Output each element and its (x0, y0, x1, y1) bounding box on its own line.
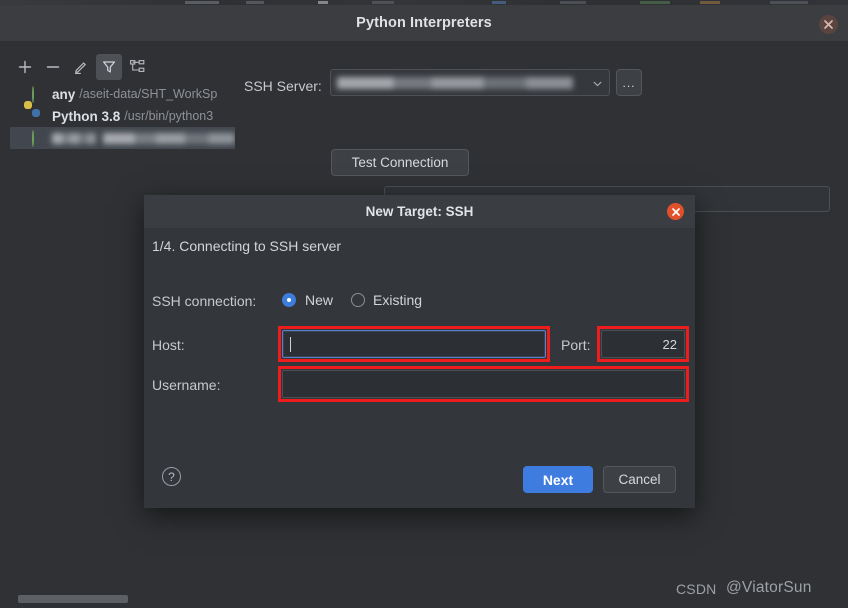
ring-icon (32, 86, 46, 103)
scrollbar-thumb[interactable] (18, 595, 128, 603)
window-title-bar: Python Interpreters (0, 5, 848, 42)
help-icon[interactable]: ? (162, 467, 181, 486)
filter-interpreters-button[interactable] (96, 54, 122, 80)
radio-existing[interactable] (351, 293, 365, 307)
remove-interpreter-button[interactable] (40, 54, 66, 80)
interpreter-list[interactable]: any /aseit-data/SHT_WorkSp Python 3.8 /u… (10, 83, 235, 188)
interpreter-path: /usr/bin/python3 (124, 109, 214, 123)
username-input[interactable] (282, 370, 685, 398)
add-interpreter-button[interactable] (12, 54, 38, 80)
dialog-body: 1/4. Connecting to SSH server SSH connec… (144, 228, 695, 508)
python-icon (24, 101, 46, 123)
close-icon[interactable] (667, 203, 684, 220)
interpreter-name: any (52, 86, 76, 102)
watermark-site: CSDN (676, 581, 717, 597)
list-item[interactable]: any /aseit-data/SHT_WorkSp (10, 83, 235, 105)
show-tree-button[interactable] (124, 54, 150, 80)
new-target-ssh-dialog: New Target: SSH 1/4. Connecting to SSH s… (144, 195, 695, 508)
radio-new-label[interactable]: New (305, 292, 333, 308)
test-connection-button[interactable]: Test Connection (331, 149, 469, 176)
port-input[interactable]: 22 (601, 330, 685, 358)
port-value: 22 (662, 336, 677, 352)
redacted-interpreter-name (52, 132, 96, 144)
port-label: Port: (561, 337, 591, 353)
close-icon[interactable] (819, 15, 838, 34)
ssh-server-combobox[interactable] (330, 69, 610, 96)
redacted-ssh-server-value (337, 76, 573, 89)
radio-existing-label[interactable]: Existing (373, 292, 422, 308)
interpreter-name: Python 3.8 (52, 108, 121, 124)
list-item-selected[interactable] (10, 127, 235, 149)
watermark-handle: @ViatorSun (726, 579, 812, 596)
host-input[interactable] (282, 330, 546, 358)
dialog-title: New Target: SSH (365, 204, 474, 219)
list-item[interactable]: Python 3.8 /usr/bin/python3 (10, 101, 235, 127)
next-button[interactable]: Next (523, 466, 593, 493)
ring-icon (32, 130, 46, 147)
text-caret (290, 336, 291, 352)
radio-new[interactable] (282, 293, 296, 307)
interpreter-path: /aseit-data/SHT_WorkSp (79, 87, 218, 101)
host-label: Host: (152, 337, 185, 353)
chevron-down-icon (593, 74, 602, 92)
dialog-cancel-button[interactable]: Cancel (603, 466, 676, 493)
page-title: Python Interpreters (356, 15, 492, 31)
edit-interpreter-button[interactable] (68, 54, 94, 80)
redacted-interpreter-path (103, 132, 235, 144)
ssh-server-browse-button[interactable]: ... (616, 69, 642, 96)
screen-root: Python Interpreters any /aseit-data/SHT_… (0, 0, 848, 608)
dialog-title-bar: New Target: SSH (144, 195, 695, 228)
ssh-connection-label: SSH connection: (152, 293, 257, 309)
interpreter-toolbar (12, 53, 150, 81)
dialog-step-text: 1/4. Connecting to SSH server (152, 238, 342, 254)
ssh-server-label: SSH Server: (244, 78, 322, 94)
horizontal-scrollbar[interactable] (10, 593, 230, 603)
username-label: Username: (152, 377, 221, 393)
